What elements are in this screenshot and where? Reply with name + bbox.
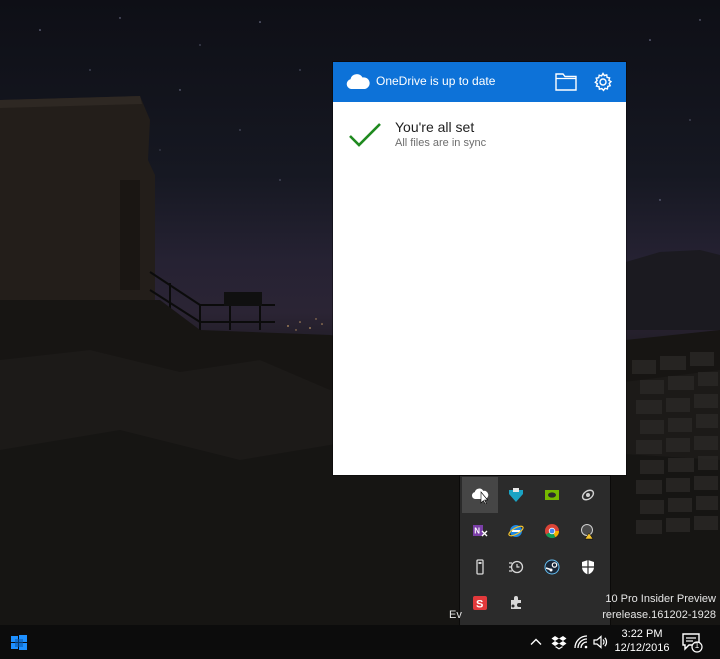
tray-onedrive[interactable] xyxy=(462,477,498,513)
taskbar: 3:22 PM 12/12/2016 1 xyxy=(0,625,720,659)
onedrive-flyout: OneDrive is up to date You're all set Al… xyxy=(333,62,626,475)
onenote-icon: N xyxy=(473,525,488,537)
svg-text:N: N xyxy=(474,527,480,536)
clock-date: 12/12/2016 xyxy=(614,642,670,654)
clock-time: 3:22 PM xyxy=(621,628,663,640)
onedrive-cloud-icon xyxy=(345,73,370,90)
tray-defender[interactable] xyxy=(570,549,606,585)
sync-status-title: You're all set xyxy=(395,119,475,135)
steam-icon xyxy=(544,559,560,575)
sync-status-subtitle: All files are in sync xyxy=(395,137,487,149)
tray-onenote[interactable]: N xyxy=(462,513,498,549)
flyout-header: OneDrive is up to date xyxy=(333,62,626,102)
open-folder-button[interactable] xyxy=(553,70,579,94)
notification-count: 1 xyxy=(694,641,700,650)
start-button[interactable] xyxy=(0,625,38,659)
volume-button[interactable] xyxy=(591,632,609,652)
nvidia-icon xyxy=(545,490,559,500)
tray-snagit[interactable]: S xyxy=(462,585,498,621)
taskbar-clock[interactable]: 3:22 PM 12/12/2016 xyxy=(612,627,672,657)
action-center-button[interactable]: 1 xyxy=(680,630,704,654)
start-icon xyxy=(11,635,27,650)
action-center-icon xyxy=(682,633,703,653)
flyout-title: OneDrive is up to date xyxy=(376,74,496,88)
tray-satellite[interactable] xyxy=(570,477,606,513)
satellite-icon xyxy=(581,489,595,501)
network-button[interactable] xyxy=(572,632,590,652)
tray-time[interactable] xyxy=(498,549,534,585)
time-icon xyxy=(509,560,524,574)
wifi-icon xyxy=(574,635,588,649)
snagit-icon: S xyxy=(473,596,487,611)
onedrive-icon xyxy=(471,488,489,504)
build-watermark-prefix: Ev xyxy=(449,609,462,621)
volume-icon xyxy=(593,635,608,649)
tray-usb-drive[interactable] xyxy=(462,549,498,585)
chrome-icon xyxy=(545,524,560,539)
notification-area-overflow: N S xyxy=(460,476,610,625)
shield-icon xyxy=(582,560,594,575)
security-warning-icon xyxy=(581,524,594,540)
tray-security-warning[interactable] xyxy=(570,513,606,549)
build-watermark-line2: rerelease.161202-1928 xyxy=(602,609,716,621)
usb-drive-icon xyxy=(476,559,484,575)
svg-text:S: S xyxy=(476,599,483,611)
ie-icon xyxy=(508,525,524,537)
folder-icon xyxy=(555,73,577,91)
build-watermark-line1: 10 Pro Insider Preview xyxy=(605,593,716,605)
show-hidden-icons-button[interactable] xyxy=(527,632,545,652)
checkmark-icon xyxy=(348,122,382,148)
tray-steam[interactable] xyxy=(534,549,570,585)
puzzle-icon xyxy=(511,596,521,609)
settings-button[interactable] xyxy=(591,70,615,94)
dropbox-icon xyxy=(551,636,567,650)
tray-app[interactable] xyxy=(498,477,534,513)
chevron-up-icon xyxy=(530,638,542,645)
gear-icon xyxy=(594,72,613,92)
tray-chrome[interactable] xyxy=(534,513,570,549)
tray-puzzle[interactable] xyxy=(498,585,534,621)
tray-app-icon xyxy=(509,488,523,502)
tray-nvidia[interactable] xyxy=(534,477,570,513)
tray-dropbox[interactable] xyxy=(550,632,568,652)
tray-ie[interactable] xyxy=(498,513,534,549)
